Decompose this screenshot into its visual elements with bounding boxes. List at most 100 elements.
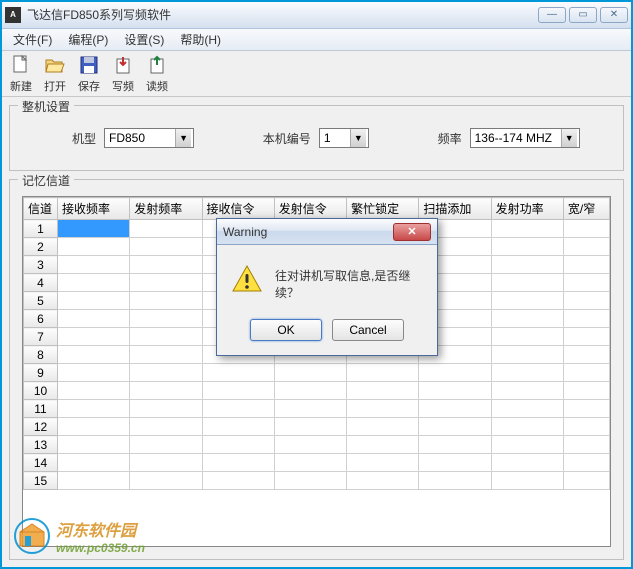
table-row[interactable]: 9: [24, 364, 610, 382]
row-header-cell[interactable]: 14: [24, 454, 58, 472]
dialog-ok-button[interactable]: OK: [250, 319, 322, 341]
table-cell[interactable]: [347, 472, 419, 490]
table-cell[interactable]: [347, 382, 419, 400]
table-cell[interactable]: [563, 472, 609, 490]
table-cell[interactable]: [202, 418, 274, 436]
column-header[interactable]: 发射频率: [130, 198, 202, 220]
maximize-button[interactable]: ▭: [569, 7, 597, 23]
table-cell[interactable]: [130, 274, 202, 292]
column-header[interactable]: 繁忙锁定: [347, 198, 419, 220]
row-header-cell[interactable]: 12: [24, 418, 58, 436]
model-select[interactable]: FD850: [104, 128, 194, 148]
toolbar-save-button[interactable]: 保存: [73, 51, 105, 96]
table-cell[interactable]: [347, 454, 419, 472]
row-header-cell[interactable]: 6: [24, 310, 58, 328]
table-cell[interactable]: [419, 454, 491, 472]
table-cell[interactable]: [563, 436, 609, 454]
freq-select[interactable]: 136--174 MHZ: [470, 128, 580, 148]
table-cell[interactable]: [130, 292, 202, 310]
table-cell[interactable]: [563, 418, 609, 436]
row-header-cell[interactable]: 15: [24, 472, 58, 490]
row-header-cell[interactable]: 3: [24, 256, 58, 274]
table-cell[interactable]: [58, 220, 130, 238]
menu-file[interactable]: 文件(F): [5, 29, 60, 50]
table-cell[interactable]: [58, 292, 130, 310]
table-cell[interactable]: [347, 400, 419, 418]
table-cell[interactable]: [563, 364, 609, 382]
table-cell[interactable]: [563, 346, 609, 364]
table-cell[interactable]: [130, 454, 202, 472]
table-cell[interactable]: [130, 382, 202, 400]
table-cell[interactable]: [58, 382, 130, 400]
table-cell[interactable]: [274, 382, 346, 400]
table-cell[interactable]: [563, 382, 609, 400]
table-cell[interactable]: [419, 400, 491, 418]
table-cell[interactable]: [563, 256, 609, 274]
table-cell[interactable]: [491, 256, 563, 274]
table-cell[interactable]: [491, 274, 563, 292]
table-cell[interactable]: [491, 418, 563, 436]
table-cell[interactable]: [491, 346, 563, 364]
table-row[interactable]: 10: [24, 382, 610, 400]
table-cell[interactable]: [58, 400, 130, 418]
table-cell[interactable]: [274, 472, 346, 490]
table-cell[interactable]: [419, 418, 491, 436]
table-cell[interactable]: [491, 292, 563, 310]
table-cell[interactable]: [491, 454, 563, 472]
row-header-cell[interactable]: 7: [24, 328, 58, 346]
table-cell[interactable]: [130, 346, 202, 364]
dialog-cancel-button[interactable]: Cancel: [332, 319, 404, 341]
row-header-cell[interactable]: 1: [24, 220, 58, 238]
column-header[interactable]: 扫描添加: [419, 198, 491, 220]
table-cell[interactable]: [130, 238, 202, 256]
table-row[interactable]: 12: [24, 418, 610, 436]
table-cell[interactable]: [491, 364, 563, 382]
table-cell[interactable]: [130, 472, 202, 490]
table-cell[interactable]: [58, 364, 130, 382]
close-button[interactable]: ✕: [600, 7, 628, 23]
column-header[interactable]: 宽/窄: [563, 198, 609, 220]
table-cell[interactable]: [130, 436, 202, 454]
row-header-cell[interactable]: 4: [24, 274, 58, 292]
table-cell[interactable]: [130, 256, 202, 274]
table-cell[interactable]: [563, 238, 609, 256]
table-cell[interactable]: [58, 472, 130, 490]
toolbar-open-button[interactable]: 打开: [39, 51, 71, 96]
dialog-close-button[interactable]: ✕: [393, 223, 431, 241]
table-cell[interactable]: [491, 400, 563, 418]
unit-select[interactable]: 1: [319, 128, 369, 148]
column-header[interactable]: 发射功率: [491, 198, 563, 220]
table-cell[interactable]: [58, 310, 130, 328]
table-cell[interactable]: [563, 220, 609, 238]
column-header[interactable]: 接收信令: [202, 198, 274, 220]
table-cell[interactable]: [202, 472, 274, 490]
table-cell[interactable]: [274, 436, 346, 454]
table-cell[interactable]: [58, 346, 130, 364]
table-cell[interactable]: [419, 364, 491, 382]
table-cell[interactable]: [202, 382, 274, 400]
table-cell[interactable]: [347, 436, 419, 454]
table-row[interactable]: 11: [24, 400, 610, 418]
table-cell[interactable]: [491, 310, 563, 328]
row-header-cell[interactable]: 10: [24, 382, 58, 400]
toolbar-write-button[interactable]: 写频: [107, 51, 139, 96]
table-cell[interactable]: [491, 382, 563, 400]
table-cell[interactable]: [202, 364, 274, 382]
table-row[interactable]: 13: [24, 436, 610, 454]
minimize-button[interactable]: —: [538, 7, 566, 23]
table-cell[interactable]: [130, 310, 202, 328]
table-cell[interactable]: [58, 328, 130, 346]
table-cell[interactable]: [274, 364, 346, 382]
table-cell[interactable]: [130, 400, 202, 418]
table-cell[interactable]: [491, 328, 563, 346]
menu-settings[interactable]: 设置(S): [116, 29, 172, 50]
table-cell[interactable]: [563, 328, 609, 346]
table-cell[interactable]: [130, 418, 202, 436]
table-row[interactable]: 14: [24, 454, 610, 472]
table-cell[interactable]: [130, 220, 202, 238]
column-header[interactable]: 信道: [24, 198, 58, 220]
table-cell[interactable]: [563, 400, 609, 418]
table-cell[interactable]: [563, 292, 609, 310]
row-header-cell[interactable]: 5: [24, 292, 58, 310]
table-cell[interactable]: [563, 454, 609, 472]
